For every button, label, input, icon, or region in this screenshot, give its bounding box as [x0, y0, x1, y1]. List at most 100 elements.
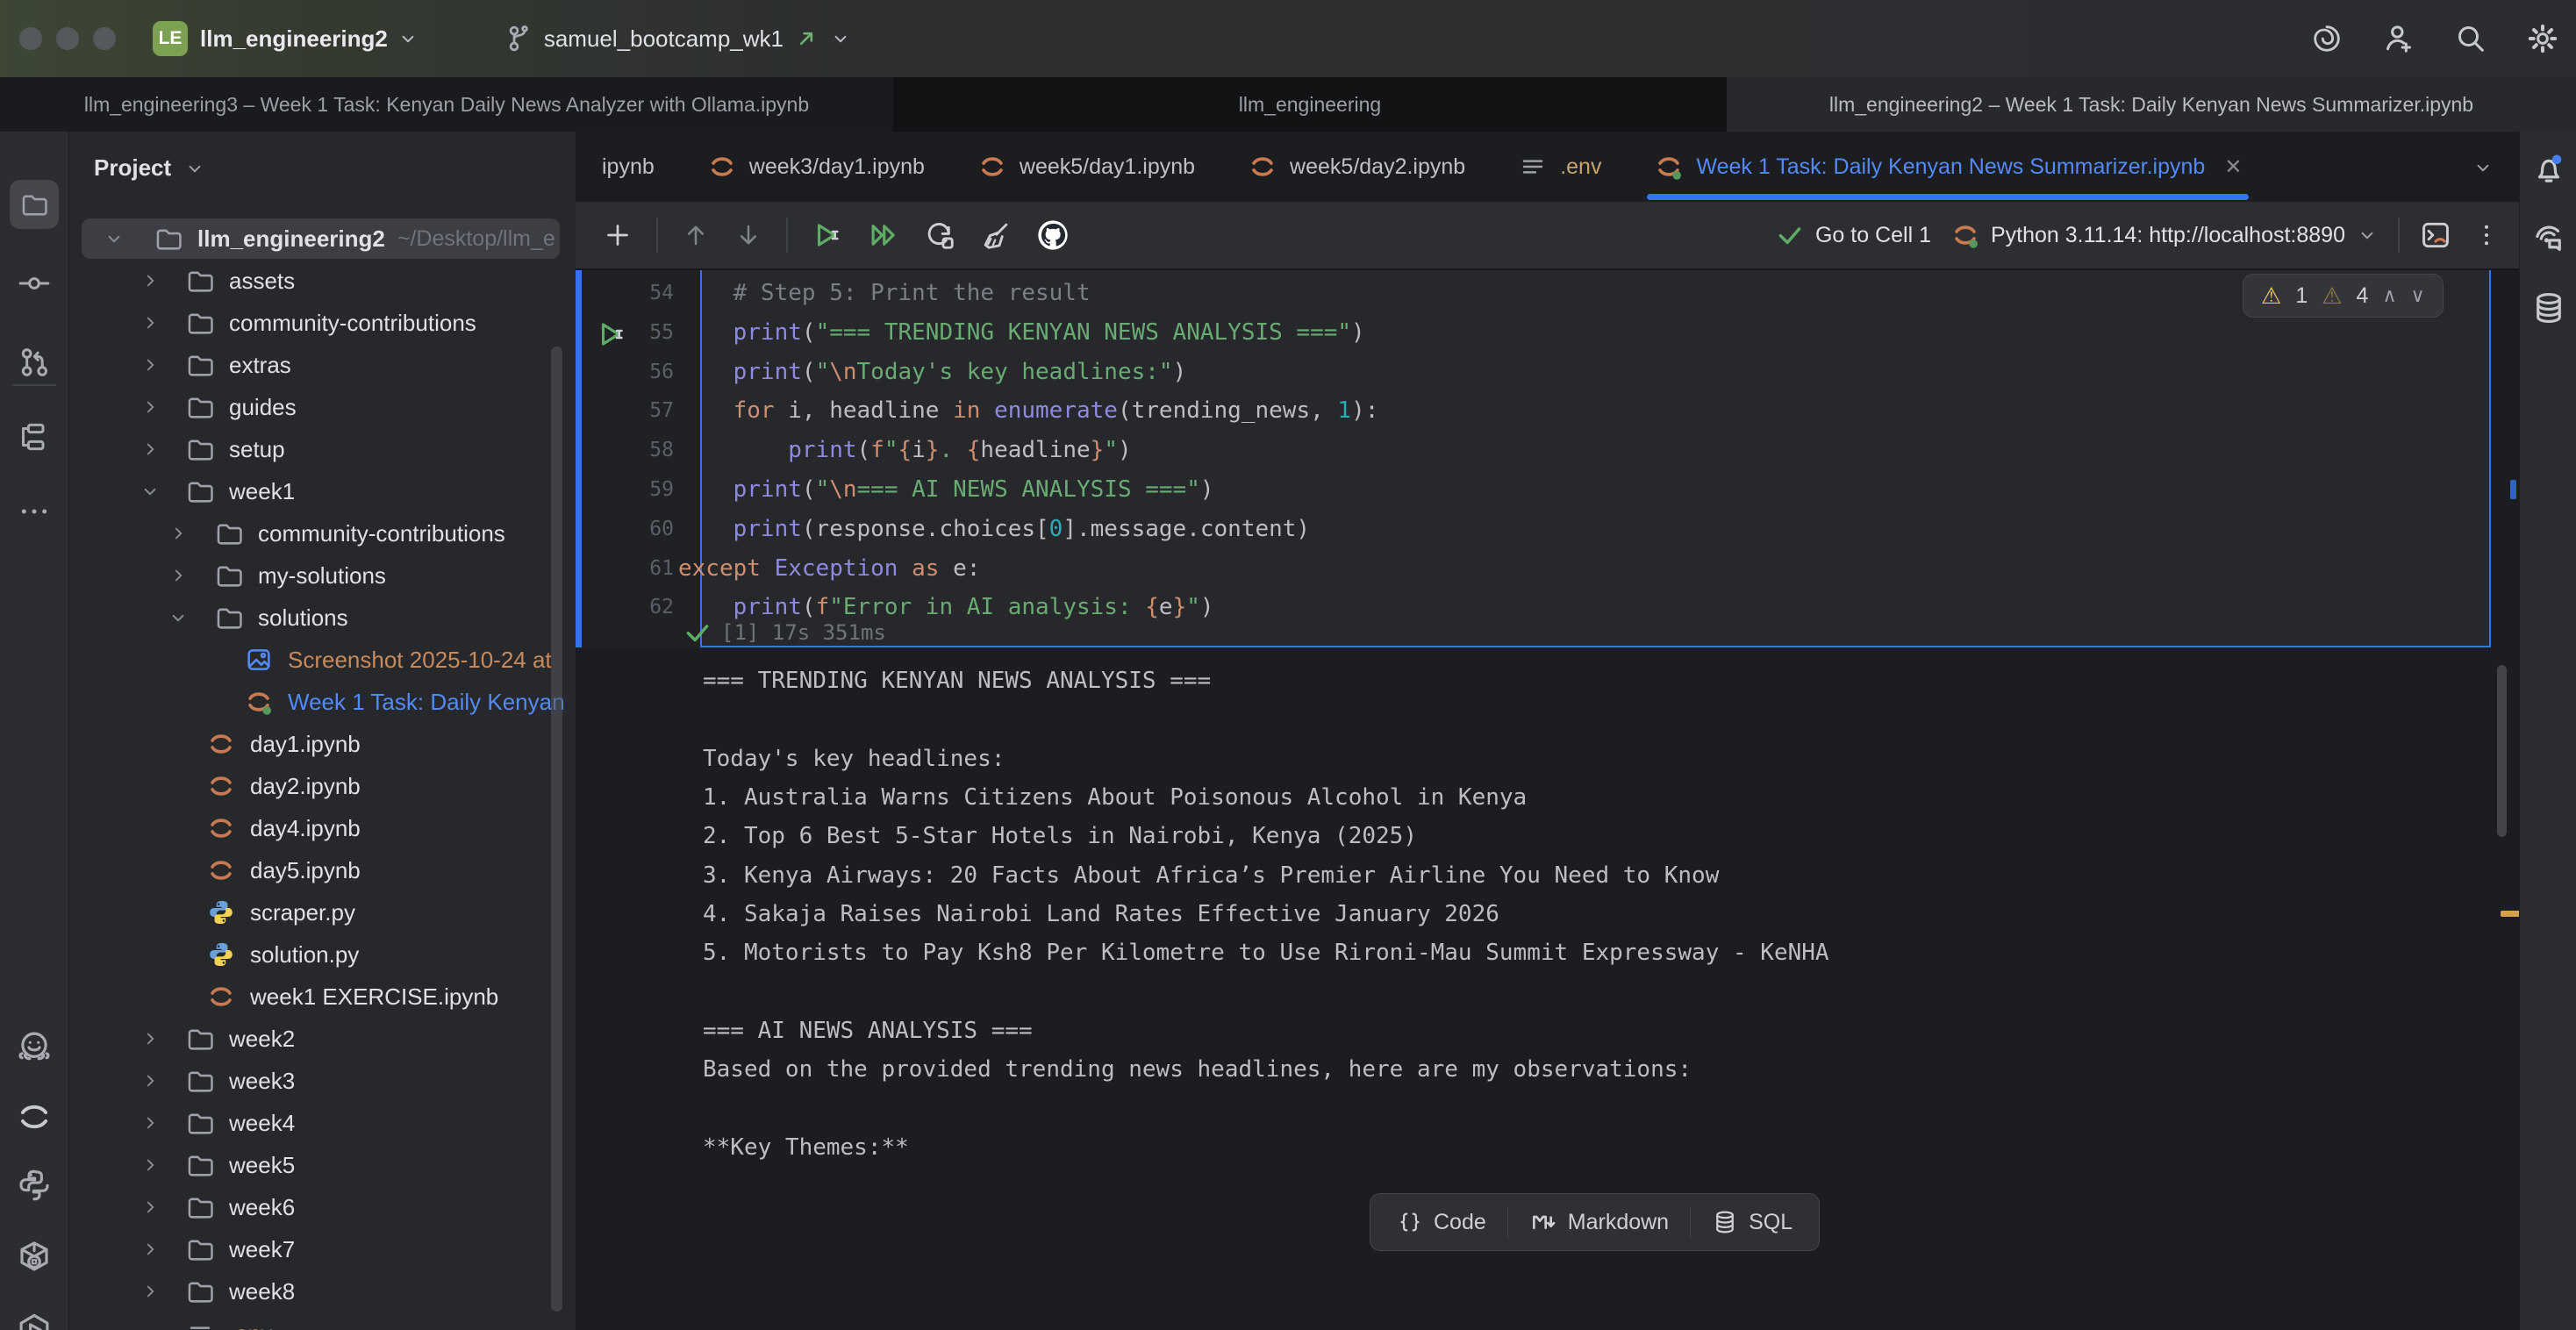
- run-all-cells-button[interactable]: [867, 218, 900, 252]
- run-cell-button[interactable]: [811, 218, 844, 252]
- kernel-selector[interactable]: Python 3.11.14: http://localhost:8890: [1950, 220, 2379, 250]
- commit-tool-icon[interactable]: [10, 259, 59, 308]
- add-user-icon[interactable]: [2381, 21, 2416, 56]
- huggingface-tool-icon[interactable]: [10, 1022, 59, 1071]
- code-line[interactable]: print(f"Error in AI analysis: {e}"): [678, 588, 1214, 626]
- close-tab-icon[interactable]: ✕: [2224, 154, 2242, 180]
- code-line[interactable]: except Exception as e:: [678, 549, 980, 588]
- close-window-button[interactable]: [19, 27, 42, 50]
- tree-row--env[interactable]: .env: [69, 1312, 576, 1330]
- tree-row-week4[interactable]: week4: [69, 1102, 576, 1144]
- goto-cell-button[interactable]: Go to Cell 1: [1775, 220, 1931, 250]
- jupyter-console-icon[interactable]: [2419, 218, 2452, 252]
- tree-row-day2-ipynb[interactable]: day2.ipynb: [69, 765, 576, 807]
- window-tab[interactable]: llm_engineering2 – Week 1 Task: Daily Ke…: [1727, 77, 2576, 132]
- project-chevron-down-icon[interactable]: [397, 27, 419, 50]
- structure-tool-icon[interactable]: [10, 412, 59, 461]
- tree-row-week7[interactable]: week7: [69, 1228, 576, 1270]
- tree-chevron-right-icon[interactable]: [139, 354, 161, 376]
- github-button[interactable]: [1035, 218, 1070, 253]
- project-name[interactable]: llm_engineering2: [200, 25, 388, 53]
- tree-chevron-right-icon[interactable]: [167, 522, 190, 545]
- tree-row-solution-py[interactable]: solution.py: [69, 933, 576, 976]
- tree-chevron-right-icon[interactable]: [139, 1112, 161, 1134]
- editor-tab[interactable]: .env: [1492, 132, 1628, 202]
- window-tab[interactable]: llm_engineering3 – Week 1 Task: Kenyan D…: [0, 77, 893, 132]
- pull-requests-tool-icon[interactable]: [10, 338, 59, 387]
- tree-row-scraper-py[interactable]: scraper.py: [69, 891, 576, 933]
- kebab-menu-icon[interactable]: [2472, 220, 2501, 250]
- code-line[interactable]: for i, headline in enumerate(trending_ne…: [678, 391, 1378, 430]
- editor-tab[interactable]: week5/day1.ipynb: [951, 132, 1221, 202]
- ai-assistant-icon[interactable]: [2309, 21, 2344, 56]
- tree-chevron-down-icon[interactable]: [167, 606, 190, 629]
- zoom-window-button[interactable]: [93, 27, 116, 50]
- editor-tab[interactable]: ipynb: [576, 132, 681, 202]
- tree-chevron-right-icon[interactable]: [139, 311, 161, 334]
- tab-list-chevron-down-icon[interactable]: [2472, 156, 2494, 179]
- tree-row-week8[interactable]: week8: [69, 1270, 576, 1312]
- tree-chevron-right-icon[interactable]: [139, 1238, 161, 1261]
- tree-chevron-right-icon[interactable]: [139, 1196, 161, 1219]
- code-line[interactable]: print("=== TRENDING KENYAN NEWS ANALYSIS…: [678, 313, 1365, 352]
- editor-tab[interactable]: week3/day1.ipynb: [681, 132, 951, 202]
- tree-chevron-right-icon[interactable]: [139, 1027, 161, 1050]
- window-tab[interactable]: llm_engineering: [893, 77, 1727, 132]
- code-line[interactable]: print("\n=== AI NEWS ANALYSIS ==="): [678, 470, 1214, 509]
- python-console-tool-icon[interactable]: [10, 1161, 59, 1210]
- next-issue-chevron-down-icon[interactable]: ∨: [2411, 284, 2425, 307]
- tree-row-assets[interactable]: assets: [69, 260, 576, 302]
- project-panel-title[interactable]: Project: [94, 154, 171, 182]
- add-markdown-cell-button[interactable]: Markdown: [1508, 1203, 1690, 1241]
- settings-gear-icon[interactable]: [2525, 21, 2560, 56]
- project-tool-icon[interactable]: [10, 180, 59, 229]
- restart-kernel-button[interactable]: [923, 218, 956, 252]
- tree-row-extras[interactable]: extras: [69, 344, 576, 386]
- tree-chevron-down-icon[interactable]: [103, 227, 125, 250]
- tree-chevron-right-icon[interactable]: [139, 269, 161, 292]
- project-scrollbar[interactable]: [551, 347, 562, 1312]
- tree-row-guides[interactable]: guides: [69, 386, 576, 428]
- project-view-chevron-down-icon[interactable]: [183, 157, 206, 180]
- prev-issue-chevron-up-icon[interactable]: ∧: [2382, 284, 2396, 307]
- tree-row-week-1-task-daily-kenyan[interactable]: Week 1 Task: Daily Kenyan: [69, 681, 576, 723]
- add-code-cell-button[interactable]: Code: [1376, 1203, 1507, 1241]
- notifications-bell-icon[interactable]: [2530, 151, 2567, 188]
- tree-chevron-right-icon[interactable]: [139, 1069, 161, 1092]
- add-sql-cell-button[interactable]: SQL: [1691, 1203, 1814, 1241]
- tree-chevron-right-icon[interactable]: [139, 396, 161, 418]
- tree-row-week1-exercise-ipynb[interactable]: week1 EXERCISE.ipynb: [69, 976, 576, 1018]
- add-cell-button[interactable]: [602, 219, 633, 251]
- branch-chevron-down-icon[interactable]: [829, 27, 852, 50]
- move-cell-up-button[interactable]: [681, 220, 711, 250]
- more-tools-icon[interactable]: [10, 487, 59, 536]
- tree-row-day1-ipynb[interactable]: day1.ipynb: [69, 723, 576, 765]
- python-packages-tool-icon[interactable]: [10, 1233, 59, 1282]
- tree-row-solutions[interactable]: solutions: [69, 597, 576, 639]
- editor-tab[interactable]: Week 1 Task: Daily Kenyan News Summarize…: [1628, 132, 2268, 202]
- minimize-window-button[interactable]: [56, 27, 79, 50]
- tree-row-day4-ipynb[interactable]: day4.ipynb: [69, 807, 576, 849]
- window-controls[interactable]: [19, 27, 116, 50]
- tree-row-community-contributions[interactable]: community-contributions: [69, 302, 576, 344]
- tree-row-setup[interactable]: setup: [69, 428, 576, 470]
- tree-chevron-right-icon[interactable]: [139, 1280, 161, 1303]
- code-line[interactable]: print(response.choices[0].message.conten…: [678, 510, 1310, 548]
- tree-row-llm-engineering2[interactable]: llm_engineering2~/Desktop/llm_e: [69, 218, 576, 260]
- tree-chevron-right-icon[interactable]: [167, 564, 190, 587]
- database-tool-icon[interactable]: [2530, 290, 2567, 326]
- tree-row-day5-ipynb[interactable]: day5.ipynb: [69, 849, 576, 891]
- tree-row-week1[interactable]: week1: [69, 470, 576, 512]
- tree-row-week5[interactable]: week5: [69, 1144, 576, 1186]
- tree-row-week6[interactable]: week6: [69, 1186, 576, 1228]
- editor-tab[interactable]: week5/day2.ipynb: [1221, 132, 1492, 202]
- tree-row-my-solutions[interactable]: my-solutions: [69, 554, 576, 597]
- branch-name[interactable]: samuel_bootcamp_wk1: [544, 25, 784, 53]
- code-line[interactable]: print(f"{i}. {headline}"): [678, 431, 1132, 469]
- code-line[interactable]: print("\nToday's key headlines:"): [678, 353, 1186, 391]
- services-tool-icon[interactable]: [10, 1305, 59, 1330]
- tree-row-week2[interactable]: week2: [69, 1018, 576, 1060]
- editor-scrollbar[interactable]: [2497, 665, 2507, 837]
- clear-outputs-button[interactable]: [979, 218, 1013, 252]
- ai-chat-tool-icon[interactable]: [2530, 221, 2567, 258]
